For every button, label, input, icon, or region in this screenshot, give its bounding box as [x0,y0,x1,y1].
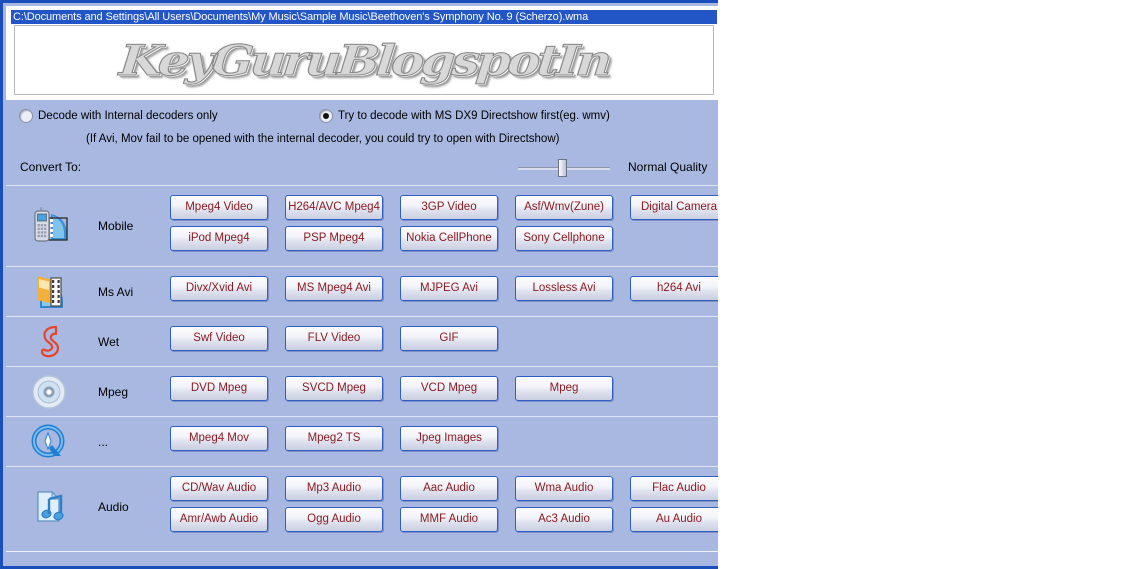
format-button-mmf-audio[interactable]: MMF Audio [400,507,498,532]
format-button-flac-audio[interactable]: Flac Audio [630,476,728,501]
format-button-line: DVD Mpeg SVCD Mpeg VCD Mpeg Mpeg [170,376,718,407]
format-button-ogg-audio[interactable]: Ogg Audio [285,507,383,532]
format-button-line: Mpeg4 Video H264/AVC Mpeg4 3GP Video Asf/Wm… [170,195,728,226]
category-label: Mpeg [98,384,129,399]
avi-film-icon [27,270,71,314]
category-label: ... [98,434,109,449]
quality-level-label: Normal Quality [628,160,708,174]
converter-window: C:\Documents and Settings\All Users\Docu… [0,0,728,569]
category-label: Audio [98,500,129,514]
desktop-background [718,0,1122,569]
category-row-wet: Wet Swf Video FLV Video GIF [6,316,718,366]
format-button-grid: Divx/Xvid Avi MS Mpeg4 Avi MJPEG Avi Lossle… [170,267,728,316]
format-category-list: Mobile Mpeg4 Video H264/AVC Mpeg4 3GP Video… [6,185,728,547]
radio-internal-decoder[interactable]: Decode with Internal decoders only [19,109,218,123]
format-button-mp3-audio[interactable]: Mp3 Audio [285,476,383,501]
format-button-line: iPod Mpeg4 PSP Mpeg4 Nokia CellPhone Sony C… [170,226,718,257]
format-button-grid: Swf Video FLV Video GIF [170,317,718,366]
format-button-ipod-mpeg4[interactable]: iPod Mpeg4 [170,226,268,251]
format-button-cd-wav-audio[interactable]: CD/Wav Audio [170,476,268,501]
format-button-divx-xvid-avi[interactable]: Divx/Xvid Avi [170,276,268,301]
format-button-3gp-video[interactable]: 3GP Video [400,195,498,220]
flash-icon [27,320,71,364]
mobile-phone-film-icon [27,204,71,248]
category-label: Mobile [98,219,134,233]
format-button-aac-audio[interactable]: Aac Audio [400,476,498,501]
format-button-digital-camera[interactable]: Digital Camera [630,195,728,220]
format-button-gif[interactable]: GIF [400,326,498,351]
format-button-line: Amr/Awb Audio Ogg Audio MMF Audio Ac3 Audio… [170,507,728,538]
convert-to-label: Convert To: [20,160,82,174]
format-button-mpeg4-mov[interactable]: Mpeg4 Mov [170,426,268,451]
category-row-: ... Mpeg4 Mov Mpeg2 TS Jpeg Images [6,416,718,466]
format-button-sony-cellphone[interactable]: Sony Cellphone [515,226,613,251]
quicktime-icon [27,420,71,464]
format-button-h264-avc-mpeg4[interactable]: H264/AVC Mpeg4 [285,195,383,220]
format-button-lossless-avi[interactable]: Lossless Avi [515,276,613,301]
watermark-text: KeyGuruBlogspotIn [117,35,611,85]
format-button-nokia-cellphone[interactable]: Nokia CellPhone [400,226,498,251]
radio-directshow-decoder-mark[interactable] [319,109,333,123]
format-button-mjpeg-avi[interactable]: MJPEG Avi [400,276,498,301]
radio-directshow-decoder-label: Try to decode with MS DX9 Directshow fir… [338,110,610,122]
format-button-vcd-mpeg[interactable]: VCD Mpeg [400,376,498,401]
format-button-svcd-mpeg[interactable]: SVCD Mpeg [285,376,383,401]
format-button-psp-mpeg4[interactable]: PSP Mpeg4 [285,226,383,251]
format-button-line: Mpeg4 Mov Mpeg2 TS Jpeg Images [170,426,718,457]
format-button-asf-wmv-zune[interactable]: Asf/Wmv(Zune) [515,195,613,220]
decoder-hint-text: (If Avi, Mov fail to be opened with the … [86,133,560,145]
radio-internal-decoder-label: Decode with Internal decoders only [38,110,218,122]
format-button-line: Swf Video FLV Video GIF [170,326,718,357]
file-path-titlebar: C:\Documents and Settings\All Users\Docu… [11,10,717,24]
disc-icon [27,370,71,414]
category-row-ms-avi: Ms Avi Divx/Xvid Avi MS Mpeg4 Avi MJPEG Avi… [6,266,728,316]
bottom-separator [6,551,718,552]
format-button-line: Divx/Xvid Avi MS Mpeg4 Avi MJPEG Avi Lossle… [170,276,728,307]
format-button-dvd-mpeg[interactable]: DVD Mpeg [170,376,268,401]
audio-note-icon [27,485,71,529]
category-label: Ms Avi [98,284,134,299]
format-button-grid: DVD Mpeg SVCD Mpeg VCD Mpeg Mpeg [170,367,718,416]
video-preview-area[interactable]: KeyGuruBlogspotIn [14,25,714,95]
quality-slider[interactable] [518,159,610,177]
format-button-au-audio[interactable]: Au Audio [630,507,728,532]
format-button-mpeg4-video[interactable]: Mpeg4 Video [170,195,268,220]
format-button-ms-mpeg4-avi[interactable]: MS Mpeg4 Avi [285,276,383,301]
format-button-h264-avi[interactable]: h264 Avi [630,276,728,301]
category-row-mobile: Mobile Mpeg4 Video H264/AVC Mpeg4 3GP Video… [6,185,728,266]
category-row-mpeg: Mpeg DVD Mpeg SVCD Mpeg VCD Mpeg Mpeg [6,366,718,416]
format-button-flv-video[interactable]: FLV Video [285,326,383,351]
category-label: Wet [98,334,120,349]
format-button-mpeg[interactable]: Mpeg [515,376,613,401]
format-button-mpeg2-ts[interactable]: Mpeg2 TS [285,426,383,451]
format-button-ac3-audio[interactable]: Ac3 Audio [515,507,613,532]
decoder-options: Decode with Internal decoders only Try t… [6,100,718,185]
format-button-swf-video[interactable]: Swf Video [170,326,268,351]
format-button-grid: Mpeg4 Mov Mpeg2 TS Jpeg Images [170,417,718,466]
format-button-line: CD/Wav Audio Mp3 Audio Aac Audio Wma Audio F… [170,476,728,507]
format-button-amr-awb-audio[interactable]: Amr/Awb Audio [170,507,268,532]
radio-internal-decoder-mark[interactable] [19,109,33,123]
format-button-grid: Mpeg4 Video H264/AVC Mpeg4 3GP Video Asf/Wm… [170,186,728,266]
category-row-audio: Audio CD/Wav Audio Mp3 Audio Aac Audio Wma A… [6,466,728,547]
quality-slider-thumb[interactable] [558,159,567,177]
radio-directshow-decoder[interactable]: Try to decode with MS DX9 Directshow fir… [319,109,610,123]
format-button-jpeg-images[interactable]: Jpeg Images [400,426,498,451]
watermark-logo: KeyGuruBlogspotIn [15,26,713,94]
format-button-wma-audio[interactable]: Wma Audio [515,476,613,501]
preview-panel: C:\Documents and Settings\All Users\Docu… [6,6,718,100]
format-button-grid: CD/Wav Audio Mp3 Audio Aac Audio Wma Audio F… [170,467,728,547]
